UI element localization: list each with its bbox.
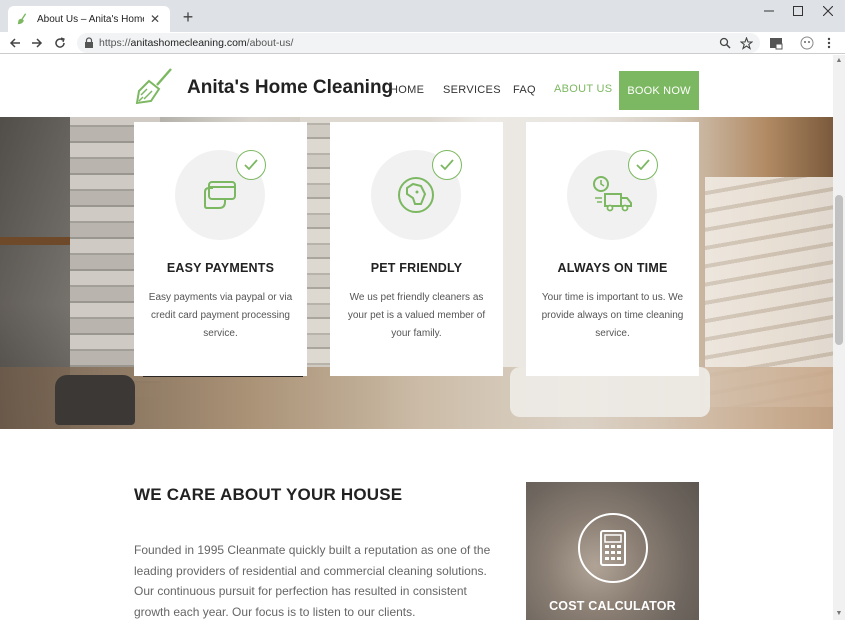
cost-calculator-label: COST CALCULATOR (549, 599, 676, 613)
feature-text: Your time is important to us. We provide… (541, 292, 684, 339)
menu-kebab-icon[interactable] (821, 35, 837, 51)
minimize-icon[interactable] (754, 2, 784, 20)
window-close-icon[interactable] (813, 2, 843, 20)
feature-text: Easy payments via paypal or via credit c… (148, 292, 293, 339)
nav-services[interactable]: SERVICES (443, 84, 501, 96)
calculator-icon (600, 530, 626, 566)
feature-card-easy-payments: EASY PAYMENTS Easy payments via paypal o… (134, 122, 307, 376)
tab-title: About Us – Anita's Home Cleanin (37, 13, 144, 25)
feature-text: We us pet friendly cleaners as your pet … (347, 292, 486, 339)
feature-card-always-on-time: ALWAYS ON TIME Your time is important to… (526, 122, 699, 376)
profile-icon[interactable] (799, 35, 815, 51)
scroll-down-arrow-icon[interactable]: ▼ (833, 608, 845, 620)
check-icon (432, 150, 462, 180)
pet-icon (398, 177, 434, 213)
new-tab-icon[interactable]: + (178, 6, 198, 28)
nav-faq[interactable]: FAQ (513, 84, 536, 96)
about-text: Founded in 1995 Cleanmate quickly built … (134, 543, 491, 619)
broom-logo-icon[interactable] (133, 65, 175, 107)
browser-toolbar: https://anitashomecleaning.com/about-us/ (0, 32, 845, 54)
page-viewport: Anita's Home Cleaning HOME SERVICES FAQ … (0, 55, 833, 620)
lock-icon (85, 37, 93, 48)
book-now-button[interactable]: BOOK NOW (619, 71, 699, 110)
check-icon (236, 150, 266, 180)
brand-name[interactable]: Anita's Home Cleaning (187, 77, 393, 99)
extension-icon[interactable] (768, 35, 784, 51)
feature-title: ALWAYS ON TIME (557, 261, 668, 275)
tab-close-icon[interactable]: ✕ (148, 12, 162, 26)
scroll-up-arrow-icon[interactable]: ▲ (833, 55, 845, 67)
feature-title: PET FRIENDLY (370, 261, 463, 275)
credit-card-icon (204, 181, 236, 209)
cost-calculator-card[interactable]: COST CALCULATOR (526, 482, 699, 620)
bookmark-star-icon[interactable] (739, 36, 753, 50)
url-text: https://anitashomecleaning.com/about-us/ (99, 37, 294, 49)
maximize-icon[interactable] (783, 2, 813, 20)
nav-home[interactable]: HOME (390, 84, 424, 96)
zoom-icon[interactable] (718, 36, 732, 50)
back-icon[interactable] (6, 34, 24, 52)
browser-tab-bar: About Us – Anita's Home Cleanin ✕ + (0, 0, 845, 32)
page-scrollbar[interactable]: ▲ ▼ (833, 55, 845, 620)
site-header: Anita's Home Cleaning HOME SERVICES FAQ … (0, 55, 833, 117)
address-bar[interactable]: https://anitashomecleaning.com/about-us/ (77, 33, 760, 53)
calculator-icon-ring (578, 513, 648, 583)
broom-favicon-icon (17, 13, 27, 25)
scroll-thumb[interactable] (835, 195, 843, 345)
feature-title: EASY PAYMENTS (166, 261, 275, 275)
reload-icon[interactable] (51, 34, 69, 52)
delivery-truck-icon (593, 176, 632, 212)
nav-about-us[interactable]: ABOUT US (554, 83, 612, 95)
browser-tab[interactable]: About Us – Anita's Home Cleanin ✕ (8, 6, 170, 32)
check-icon (628, 150, 658, 180)
about-title: WE CARE ABOUT YOUR HOUSE (134, 485, 403, 504)
feature-card-pet-friendly: PET FRIENDLY We us pet friendly cleaners… (330, 122, 503, 376)
forward-icon[interactable] (28, 34, 46, 52)
